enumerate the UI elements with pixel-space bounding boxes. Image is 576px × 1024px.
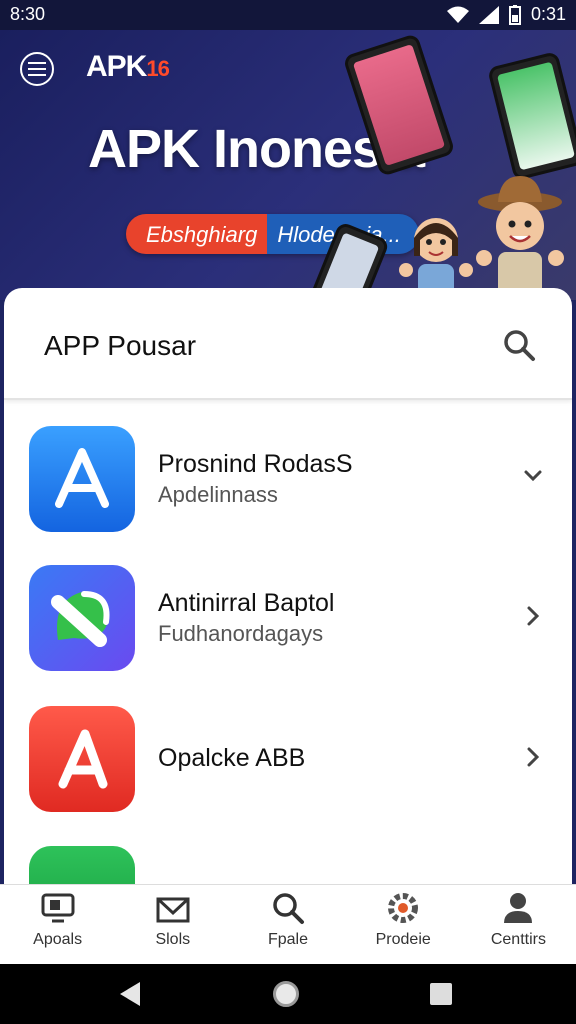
recents-button[interactable] xyxy=(430,983,452,1005)
app-subtitle: Apdelinnass xyxy=(158,482,278,507)
status-bar: 8:30 0:31 xyxy=(0,0,576,30)
envelope-icon xyxy=(156,897,190,923)
menu-button[interactable] xyxy=(20,52,54,86)
search-icon[interactable] xyxy=(502,328,536,362)
app-list-item[interactable] xyxy=(4,846,572,888)
nav-item-centtirs[interactable]: Centtirs xyxy=(461,885,576,965)
bottom-navigation: Apoals Slols Fpale Prodeie Centtirs xyxy=(0,884,576,965)
status-clock: 0:31 xyxy=(530,4,566,24)
system-navigation-bar xyxy=(0,964,576,1024)
search-placeholder: APP Pousar xyxy=(44,330,197,361)
nav-label: Fpale xyxy=(267,931,309,948)
status-time: 8:30 xyxy=(10,4,46,24)
nav-label: Apoals xyxy=(33,931,83,948)
app-subtitle: Fudhanordagays xyxy=(158,621,324,646)
menu-icon xyxy=(28,62,46,64)
home-button[interactable] xyxy=(273,981,299,1007)
nav-item-apoals[interactable]: Apoals xyxy=(0,885,115,965)
monitor-icon xyxy=(41,893,75,923)
app-list-item[interactable]: Opalcke ABB xyxy=(4,706,572,846)
app-list-item[interactable]: Antinirral Baptol Fudhanordagays xyxy=(4,565,572,705)
green-app-icon xyxy=(29,846,135,888)
boy-illustration xyxy=(476,176,564,300)
signal-icon xyxy=(478,5,499,24)
app-a-icon xyxy=(29,706,135,812)
hero-banner: APK16 APK Inonesia Ebshghiarg Hlodemeia.… xyxy=(0,30,576,300)
nav-item-fpale[interactable]: Fpale xyxy=(230,885,345,965)
girl-illustration xyxy=(399,218,473,300)
app-title: Prosnind RodasS xyxy=(158,450,353,478)
app-title: Opalcke ABB xyxy=(158,744,306,772)
app-logo: APK16 xyxy=(86,50,170,83)
nav-label: Centtirs xyxy=(490,931,546,948)
chevron-right-icon[interactable] xyxy=(522,605,544,627)
search-bar[interactable]: APP Pousar xyxy=(4,288,572,400)
nav-label: Slols xyxy=(155,931,191,948)
nav-item-prodeie[interactable]: Prodeie xyxy=(346,885,461,965)
nav-label: Prodeie xyxy=(375,931,431,948)
gear-icon xyxy=(388,893,419,923)
chevron-right-icon[interactable] xyxy=(522,746,544,768)
tagline-left: Ebshghiarg xyxy=(126,214,268,254)
battery-icon xyxy=(508,4,521,25)
nav-item-slols[interactable]: Slols xyxy=(115,885,230,965)
app-list-card: APP Pousar Prosnind RodasS Apdelinnass A… xyxy=(4,288,572,888)
back-icon[interactable] xyxy=(120,982,142,1006)
phone-illustration xyxy=(487,51,576,181)
app-title: Antinirral Baptol xyxy=(158,589,335,617)
app-store-icon xyxy=(29,426,135,532)
wifi-icon xyxy=(446,6,469,23)
chat-pen-icon xyxy=(29,565,135,671)
search-icon xyxy=(273,893,304,924)
person-icon xyxy=(504,893,533,923)
app-list-item[interactable]: Prosnind RodasS Apdelinnass xyxy=(4,426,572,566)
chevron-down-icon[interactable] xyxy=(522,464,544,486)
